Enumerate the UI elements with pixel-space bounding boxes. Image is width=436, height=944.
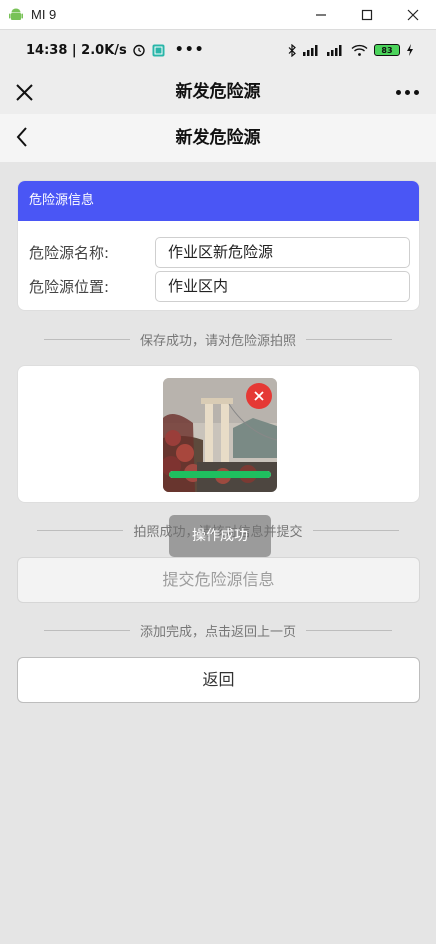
nav-title: 新发危险源 (175, 82, 261, 102)
maximize-button[interactable] (344, 0, 390, 30)
mini-program-nav-bar: 新发危险源 (0, 70, 436, 114)
close-icon (407, 9, 419, 21)
hazard-name-label: 危险源名称: (29, 243, 110, 262)
phone-status-bar: 14:38 | 2.0K/s ••• 83 (0, 30, 436, 70)
divider-line (312, 529, 399, 531)
delete-photo-button[interactable] (246, 383, 272, 409)
app-notification-icon (152, 44, 165, 56)
upload-progress-bar (169, 471, 271, 478)
page-title: 新发危险源 (175, 128, 261, 148)
android-icon (9, 8, 23, 20)
more-dot-icon (395, 89, 401, 95)
hazard-photo[interactable] (163, 378, 277, 492)
add-complete-message: 添加完成，点击返回上一页 (0, 620, 436, 640)
save-success-message: 保存成功，请对危险源拍照 (0, 329, 436, 349)
emulator-title-bar: MI 9 (0, 0, 436, 30)
hazard-location-row: 危险源位置: 作业区内 (18, 270, 419, 302)
status-time: 14:38 | 2.0K/s (26, 42, 127, 58)
minimize-icon (316, 14, 326, 16)
maximize-icon (361, 9, 373, 21)
card-header: 危险源信息 (18, 181, 419, 221)
divider-line (306, 629, 392, 631)
divider-line (37, 529, 124, 531)
signal-icon-2 (327, 45, 342, 56)
page-header: 新发危险源 (0, 114, 436, 162)
divider-line (306, 338, 392, 340)
bluetooth-icon (288, 43, 296, 57)
success-toast: 操作成功 (169, 515, 271, 557)
more-dot-icon (404, 89, 410, 95)
divider-line (43, 338, 130, 340)
save-success-text: 保存成功，请对危险源拍照 (139, 333, 296, 349)
hazard-name-row: 危险源名称: 作业区新危险源 (18, 236, 419, 268)
wifi-icon (351, 44, 368, 56)
more-notifications-icon: ••• (174, 42, 205, 58)
return-button[interactable]: 返回 (17, 657, 420, 703)
close-icon (254, 391, 264, 401)
more-menu-button[interactable] (392, 77, 422, 107)
upload-progress-fill (169, 471, 271, 478)
more-dot-icon (413, 89, 419, 95)
alarm-icon (133, 44, 145, 57)
hazard-info-card: 危险源信息 危险源名称: 作业区新危险源 危险源位置: 作业区内 (17, 180, 420, 311)
battery-indicator: 83 (374, 44, 400, 56)
add-complete-text: 添加完成，点击返回上一页 (139, 624, 296, 640)
charging-icon (407, 44, 413, 56)
divider-line (43, 629, 130, 631)
signal-icon (303, 45, 318, 56)
window-title: MI 9 (31, 7, 57, 22)
photo-card (17, 365, 420, 503)
minimize-button[interactable] (298, 0, 344, 30)
hazard-name-input[interactable]: 作业区新危险源 (155, 236, 410, 268)
battery-level: 83 (381, 45, 393, 55)
hazard-location-label: 危险源位置: (29, 277, 110, 296)
submit-hazard-button[interactable]: 提交危险源信息 (17, 557, 420, 603)
hazard-location-input[interactable]: 作业区内 (155, 270, 410, 302)
window-close-button[interactable] (390, 0, 436, 30)
